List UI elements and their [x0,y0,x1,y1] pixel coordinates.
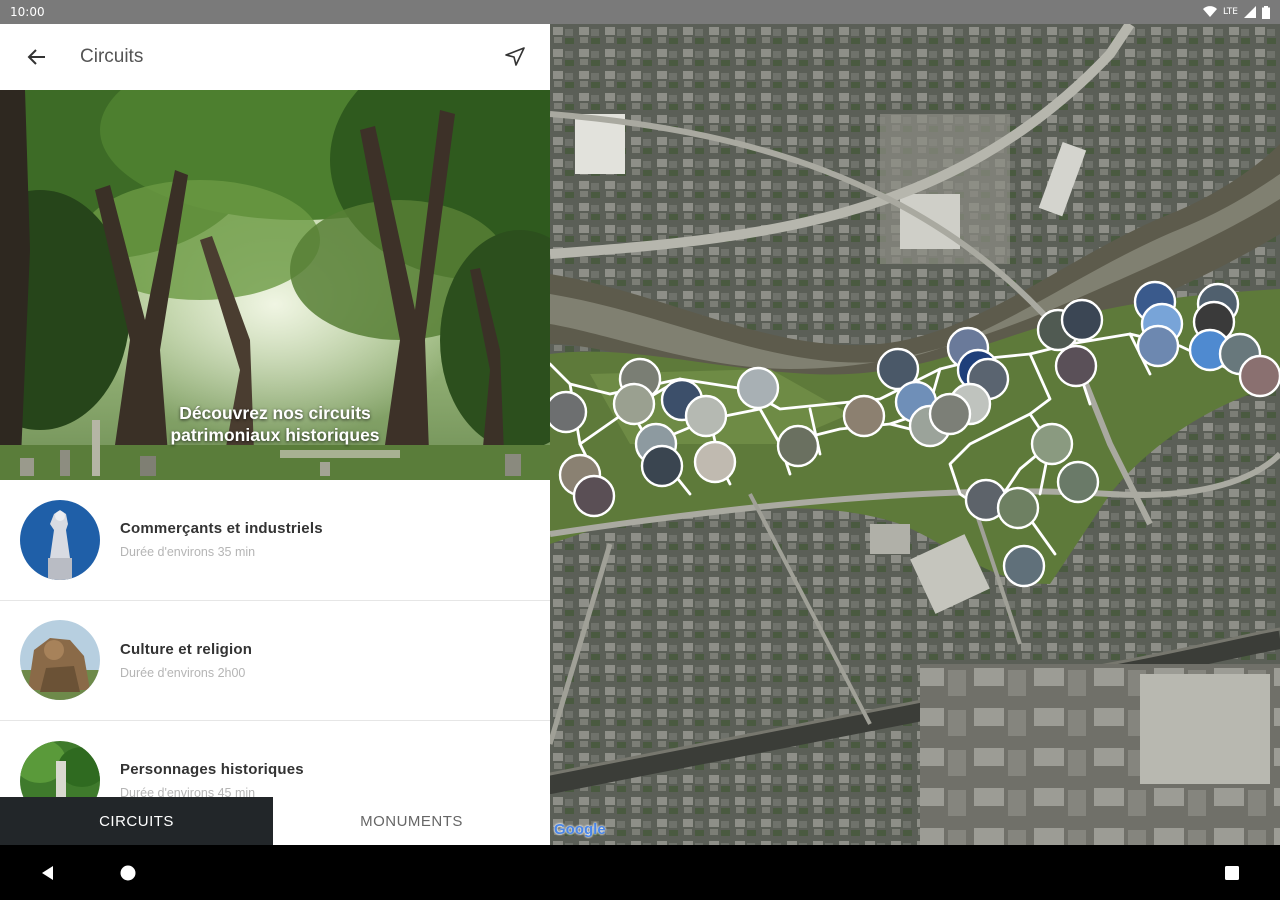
circuit-duration: Durée d'environs 2h00 [120,665,246,680]
circuit-name: Personnages historiques [120,761,304,779]
bottom-tabs: CIRCUITS MONUMENTS [0,797,550,845]
battery-icon [1262,5,1270,19]
wifi-icon [1203,6,1218,18]
status-icons: LTE [1203,5,1270,19]
arrow-left-icon [27,49,45,65]
hero-caption-line1: Découvrez nos circuits [179,403,371,423]
recents-nav-button[interactable] [1202,845,1262,900]
tab-circuits[interactable]: CIRCUITS [0,797,273,845]
circuit-list: Commerçants et industriels Durée d'envir… [0,480,550,842]
google-attribution: Google [554,821,606,838]
hero-caption: Découvrez nos circuits patrimoniaux hist… [0,402,550,446]
status-time: 10:00 [10,5,45,19]
statue-thumbnail-image [20,499,100,580]
recents-square-icon [1225,865,1239,880]
navigation-button[interactable] [498,40,532,74]
circuit-name: Culture et religion [120,640,253,658]
google-logo-text: Google [554,821,606,838]
home-circle-icon [120,865,136,880]
circuit-text: Personnages historiques Durée d'environs… [120,761,304,800]
back-nav-button[interactable] [18,845,78,900]
home-nav-button[interactable] [98,845,158,900]
circuit-text: Culture et religion Durée d'environs 2h0… [120,641,252,680]
satellite-map[interactable]: Google [550,24,1280,845]
hero-caption-line2: patrimoniaux historiques [170,425,380,445]
circuit-name: Commerçants et industriels [120,520,323,538]
circuit-thumbnail [20,620,100,701]
system-navigation-bar [0,845,1280,900]
tab-monuments[interactable]: MONUMENTS [273,797,550,845]
page-title: Circuits [80,46,144,67]
back-triangle-icon [42,865,53,880]
circuit-thumbnail [20,499,100,580]
map-imagery [550,24,1280,845]
hero-banner: Découvrez nos circuits patrimoniaux hist… [0,90,550,480]
circuit-item-culture[interactable]: Culture et religion Durée d'environs 2h0… [0,600,550,721]
circuit-duration: Durée d'environs 35 min [120,545,256,560]
navigation-arrow-icon [505,47,525,66]
circuit-item-commercants[interactable]: Commerçants et industriels Durée d'envir… [0,480,550,601]
back-button[interactable] [19,39,55,75]
app-bar: Circuits [0,24,550,90]
network-type: LTE [1223,7,1238,17]
circuit-text: Commerçants et industriels Durée d'envir… [120,520,323,559]
stone-figure-thumbnail-image [20,620,100,701]
status-bar: 10:00 LTE [0,0,1280,24]
signal-icon [1244,6,1256,18]
circuits-panel: Circuits Découvrez nos circuits patrimon… [0,24,550,845]
